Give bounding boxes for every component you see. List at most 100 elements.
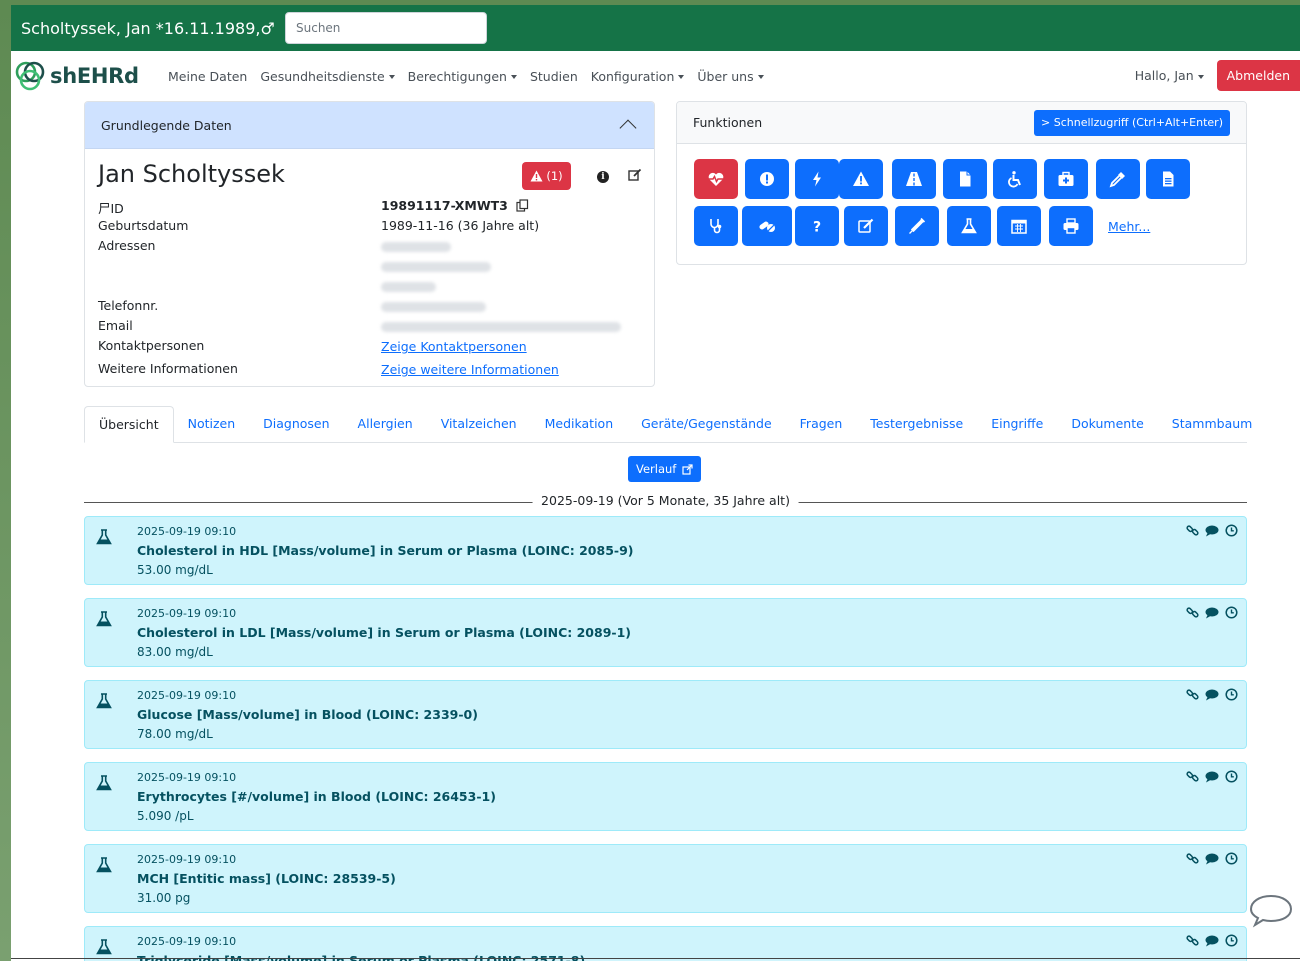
tab-stammbaum[interactable]: Stammbaum [1158, 406, 1267, 442]
eyedropper-button[interactable] [1096, 159, 1140, 199]
nav-berechtigungen[interactable]: Berechtigungen [408, 69, 517, 84]
clock-icon[interactable] [1225, 770, 1238, 783]
nav-studien[interactable]: Studien [530, 69, 578, 84]
observation-time: 2025-09-19 09:10 [137, 525, 237, 538]
tab-eingriffe[interactable]: Eingriffe [977, 406, 1057, 442]
link-icon[interactable] [1186, 770, 1199, 783]
history-button-label: Verlauf [636, 462, 677, 476]
comment-icon[interactable] [1205, 607, 1219, 619]
flask-icon [96, 857, 112, 873]
examination-button[interactable] [694, 206, 738, 246]
window-bottom-edge [11, 958, 1300, 959]
clock-icon[interactable] [1225, 934, 1238, 947]
value-birthdate: 1989-11-16 (36 Jahre alt) [381, 218, 540, 233]
brand-logo[interactable]: shEHRd [13, 59, 163, 93]
observation-card[interactable]: 2025-09-19 09:10 Cholesterol in LDL [Mass… [84, 598, 1247, 667]
alert-badge[interactable]: (1) [522, 162, 571, 190]
document-button[interactable] [943, 159, 987, 199]
observation-card[interactable]: 2025-09-19 09:10 Glucose [Mass/volume] in… [84, 680, 1247, 749]
alert-count: (1) [546, 169, 563, 183]
eyedropper-icon [1109, 172, 1125, 188]
tab-vitalzeichen[interactable]: Vitalzeichen [427, 406, 531, 442]
event-button[interactable] [795, 159, 839, 199]
history-button[interactable]: Verlauf [628, 456, 702, 482]
comment-icon[interactable] [1205, 689, 1219, 701]
comment-icon[interactable] [1205, 853, 1219, 865]
show-contacts-link[interactable]: Zeige Kontaktpersonen [381, 339, 527, 354]
functions-title: Funktionen [693, 115, 763, 130]
link-icon[interactable] [1186, 934, 1199, 947]
comment-icon[interactable] [1205, 935, 1219, 947]
nav-label: Meine Daten [168, 68, 248, 84]
observation-value: 53.00 mg/dL [137, 563, 213, 577]
diagnosis-button[interactable] [745, 159, 789, 199]
observation-card[interactable]: 2025-09-19 09:10 Cholesterol in HDL [Mass… [84, 516, 1247, 585]
observation-time: 2025-09-19 09:10 [137, 771, 237, 784]
vaccination-button[interactable] [895, 206, 939, 246]
nav-ueber-uns[interactable]: Über uns [697, 68, 764, 84]
question-button[interactable]: ? [795, 206, 839, 246]
chat-bubble-icon[interactable] [1249, 893, 1293, 929]
patient-id: 19891117-XMWT3 [381, 198, 508, 213]
flask-icon [961, 218, 977, 234]
tab-notizen[interactable]: Notizen [174, 406, 250, 442]
link-icon[interactable] [1186, 606, 1199, 619]
nav-konfiguration[interactable]: Konfiguration [591, 69, 685, 84]
journey-button[interactable] [892, 159, 936, 199]
allergy-button[interactable] [839, 159, 883, 199]
basic-data-header[interactable]: Grundlegende Daten [85, 102, 654, 149]
observation-time: 2025-09-19 09:10 [137, 607, 237, 620]
observation-title: Erythrocytes [#/volume] in Blood (LOINC:… [137, 789, 496, 804]
observation-card[interactable]: 2025-09-19 09:10 Erythrocytes [#/volume] … [84, 762, 1247, 831]
clock-icon[interactable] [1225, 688, 1238, 701]
edit-icon[interactable] [628, 168, 642, 182]
nav-meine-daten[interactable]: Meine Daten [168, 69, 247, 84]
medkit-button[interactable] [1044, 159, 1088, 199]
more-functions-link[interactable]: Mehr... [1108, 219, 1150, 234]
observation-card[interactable]: 2025-09-19 09:10 MCH [Entitic mass] (LOIN… [84, 844, 1247, 913]
label-email: Email [98, 318, 133, 333]
note-button[interactable] [844, 206, 888, 246]
link-icon[interactable] [1186, 852, 1199, 865]
observation-card[interactable]: 2025-09-19 09:10 Triglyceride [Mass/volum… [84, 926, 1247, 961]
tab-fragen[interactable]: Fragen [786, 406, 857, 442]
tab-dokumente[interactable]: Dokumente [1057, 406, 1157, 442]
tab-medikation[interactable]: Medikation [531, 406, 628, 442]
clock-icon[interactable] [1225, 852, 1238, 865]
tab-geraete[interactable]: Geräte/Gegenstände [627, 406, 786, 442]
observation-actions [1186, 934, 1238, 947]
copy-icon[interactable] [516, 199, 529, 212]
observation-title: Triglyceride [Mass/volume] in Serum or P… [137, 953, 586, 961]
clock-icon[interactable] [1225, 606, 1238, 619]
print-button[interactable] [1049, 206, 1093, 246]
info-icon[interactable]: i [597, 171, 609, 183]
tab-uebersicht[interactable]: Übersicht [84, 406, 174, 443]
link-icon[interactable] [1186, 688, 1199, 701]
lab-button[interactable] [947, 206, 991, 246]
functions-card: Funktionen > Schnellzugriff (Ctrl+Alt+En… [676, 101, 1247, 265]
svg-text:?: ? [813, 220, 821, 236]
disability-button[interactable] [993, 159, 1037, 199]
caret-down-icon [678, 75, 685, 79]
logout-button[interactable]: Abmelden [1216, 60, 1300, 91]
comment-icon[interactable] [1205, 771, 1219, 783]
nav-label: Über uns [697, 68, 754, 84]
link-icon[interactable] [1186, 524, 1199, 537]
tab-diagnosen[interactable]: Diagnosen [249, 406, 343, 442]
user-menu[interactable]: Hallo, Jan [1135, 68, 1204, 83]
tab-allergien[interactable]: Allergien [344, 406, 427, 442]
nav-gesundheitsdienste[interactable]: Gesundheitsdienste [260, 69, 395, 84]
appointment-button[interactable] [997, 206, 1041, 246]
medication-button[interactable] [742, 206, 792, 246]
comment-icon[interactable] [1205, 525, 1219, 537]
observation-actions [1186, 770, 1238, 783]
search-input[interactable] [285, 12, 487, 44]
report-button[interactable] [1146, 159, 1190, 199]
shehrd-logo-icon [15, 61, 45, 91]
tab-testergebnisse[interactable]: Testergebnisse [856, 406, 977, 442]
show-more-info-link[interactable]: Zeige weitere Informationen [381, 362, 559, 377]
chevron-up-icon[interactable] [619, 119, 637, 137]
clock-icon[interactable] [1225, 524, 1238, 537]
quick-access-button[interactable]: > Schnellzugriff (Ctrl+Alt+Enter) [1034, 109, 1230, 136]
vitals-button[interactable] [694, 159, 738, 199]
